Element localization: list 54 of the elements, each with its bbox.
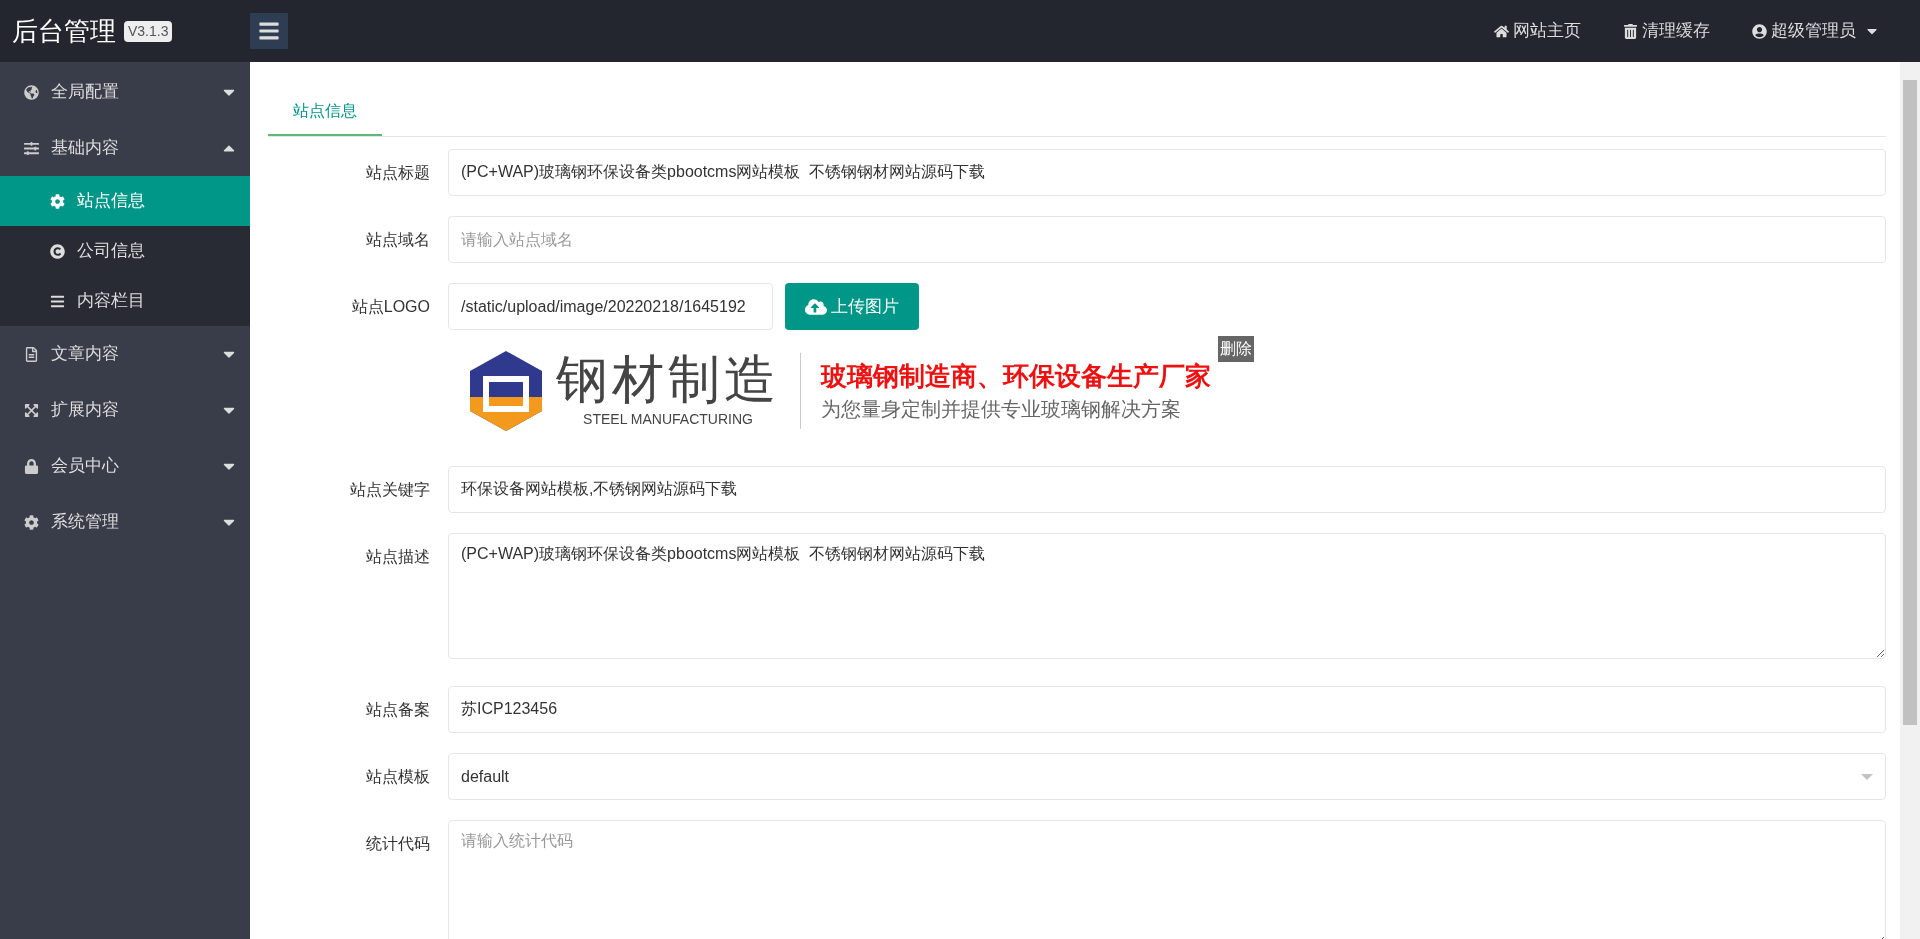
scrollbar[interactable] [1900, 62, 1920, 939]
upload-button[interactable]: 上传图片 [785, 283, 919, 330]
sidebar-item[interactable]: 系统管理 [0, 494, 250, 550]
field-label: 站点备案 [365, 700, 431, 720]
trash-icon [1623, 23, 1638, 39]
text-field[interactable]: 环保设备网站模板,不锈钢网站源码下载 [448, 466, 1886, 513]
text-area[interactable]: 请输入统计代码 [448, 820, 1886, 939]
settings-icon [50, 193, 65, 209]
sidebar-subitem[interactable]: 内容栏目 [0, 276, 250, 326]
sidebar-item[interactable]: 全局配置 [0, 64, 250, 120]
copyright-icon [50, 243, 65, 259]
sidebar-subitem[interactable]: 站点信息 [0, 176, 250, 226]
sidebar-item[interactable]: 会员中心 [0, 438, 250, 494]
sliders-icon [24, 140, 39, 156]
menu-button[interactable] [250, 13, 288, 49]
text-field[interactable]: 苏ICP123456 [448, 686, 1886, 733]
delete-button[interactable]: 删除 [1218, 336, 1254, 362]
header-link[interactable]: 网站主页 [1494, 18, 1581, 44]
sidebar-item[interactable]: 基础内容 [0, 120, 250, 176]
expand-icon [24, 402, 39, 418]
logo-slogan: 玻璃钢制造商、环保设备生产厂家 [821, 360, 1211, 393]
hexagon-logo-icon [468, 349, 544, 433]
caret-icon [1861, 773, 1873, 780]
field-label: 站点模板 [365, 767, 431, 787]
text-area[interactable]: (PC+WAP)玻璃钢环保设备类pbootcms网站模板 不锈钢钢材网站源码下载 [448, 533, 1886, 659]
field-label: 站点标题 [365, 163, 431, 183]
logo-name: 钢材制造 [556, 352, 780, 405]
app-title: 后台管理 [12, 14, 116, 48]
select-field[interactable]: default [448, 753, 1886, 800]
sidebar-subitem[interactable]: 公司信息 [0, 226, 250, 276]
user-icon [1752, 23, 1767, 39]
header-link[interactable]: 超级管理员 [1752, 18, 1880, 44]
home-icon [1494, 23, 1509, 39]
header-link[interactable]: 清理缓存 [1623, 18, 1710, 44]
document-icon [24, 346, 39, 362]
logo-english: STEEL MANUFACTURING [583, 409, 753, 429]
settings-icon [24, 514, 39, 530]
text-field[interactable]: 请输入站点域名 [448, 216, 1886, 263]
field-label: 统计代码 [365, 834, 431, 854]
sidebar-item[interactable]: 文章内容 [0, 326, 250, 382]
text-field[interactable]: (PC+WAP)玻璃钢环保设备类pbootcms网站模板 不锈钢钢材网站源码下载 [448, 149, 1886, 196]
field-label: 站点关键字 [349, 480, 431, 500]
sidebar-item[interactable]: 扩展内容 [0, 382, 250, 438]
lock-icon [24, 458, 39, 474]
globe-icon [24, 84, 39, 100]
field-label: 站点描述 [365, 547, 431, 567]
menu-icon [258, 20, 280, 42]
logo-tagline: 为您量身定制并提供专业玻璃钢解决方案 [821, 396, 1182, 422]
text-field[interactable]: /static/upload/image/20220218/1645192 [448, 283, 773, 330]
field-label: 站点域名 [365, 230, 431, 250]
tab[interactable]: 站点信息 [268, 87, 382, 136]
field-label: 站点LOGO [350, 297, 431, 317]
version-badge: V3.1.3 [124, 20, 173, 42]
list-icon [50, 293, 65, 309]
